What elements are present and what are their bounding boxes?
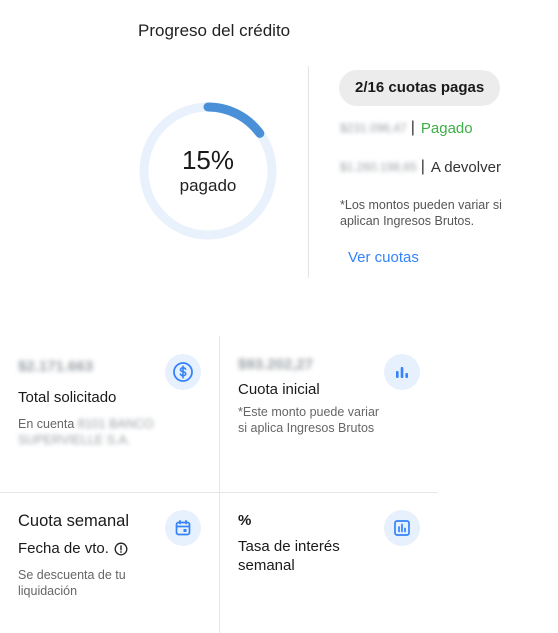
due-date-label: Fecha de vto. [18, 540, 109, 557]
weekly-title: Cuota semanal [18, 512, 129, 530]
return-label: A devolver [430, 158, 501, 176]
total-amount: $2.171.663 [18, 358, 94, 375]
weekly-note: Se descuenta de tu liquidación [18, 568, 126, 598]
initial-note: *Este monto puede variar si aplica Ingre… [238, 405, 380, 435]
initial-amount: $93.202,27 [238, 356, 314, 373]
progress-center: 15% pagado [137, 100, 279, 242]
credit-progress-card: Progreso del crédito 15% pagado 2/16 cuo… [0, 0, 558, 300]
section-title: Progreso del crédito [138, 21, 291, 40]
bar-chart-icon [384, 354, 420, 390]
rate-value: % [238, 512, 252, 529]
info-icon[interactable] [114, 542, 128, 556]
interest-rate-card: % Tasa de interés semanal [219, 492, 438, 633]
total-title: Total solicitado [18, 389, 117, 406]
vertical-divider [308, 66, 309, 278]
initial-installment-card: $93.202,27 Cuota inicial *Este monto pue… [219, 336, 438, 492]
account-info: En cuenta 8101 BANCO SUPERVIELLE S.A. [18, 416, 198, 448]
paid-label: Pagado [420, 119, 473, 137]
calendar-icon [165, 510, 201, 546]
chart-box-icon [384, 510, 420, 546]
total-requested-card: $2.171.663 Total solicitado En cuenta 81… [0, 336, 219, 492]
paid-row: $231.096,47 | Pagado [340, 119, 473, 137]
initial-title: Cuota inicial [238, 381, 320, 398]
installments-chip: 2/16 cuotas pagas [339, 70, 501, 106]
weekly-installment-card: Cuota semanal Fecha de vto. Se descuenta… [0, 492, 219, 633]
credit-details-grid: $2.171.663 Total solicitado En cuenta 81… [0, 336, 438, 633]
see-installments-link[interactable]: Ver cuotas [348, 249, 419, 266]
separator: | [420, 158, 425, 175]
paid-amount: $231.096,47 [340, 121, 407, 135]
progress-percent: 15% [181, 145, 235, 175]
due-date-row: Fecha de vto. [18, 540, 128, 557]
return-amount: $1.260.198,65 [340, 160, 417, 174]
separator: | [410, 119, 415, 136]
progress-caption: pagado [179, 176, 237, 195]
rate-title: Tasa de interés semanal [238, 538, 340, 574]
return-row: $1.260.198,65 | A devolver [340, 158, 501, 176]
dollar-circle-icon [165, 354, 201, 390]
amounts-disclaimer: *Los montos pueden variar si aplican Ing… [340, 198, 502, 228]
account-prefix: En cuenta [18, 417, 75, 431]
